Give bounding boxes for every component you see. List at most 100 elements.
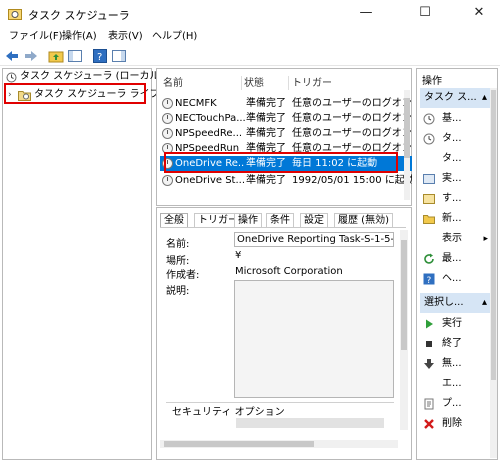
actions-scrollbar[interactable] [490, 88, 497, 458]
up-folder-icon[interactable] [48, 48, 64, 64]
task-row[interactable]: NECTouchPa... 準備完了 任意のユーザーのログオン時 [160, 111, 412, 126]
forward-arrow-icon[interactable] [23, 48, 39, 64]
action-label: す... [442, 193, 462, 204]
help-icon[interactable]: ? [92, 48, 108, 64]
task-status: 準備完了 [246, 113, 286, 124]
action-item[interactable]: エ... [420, 374, 490, 394]
name-value-field[interactable]: OneDrive Reporting Task-S-1-5-21- [234, 232, 394, 247]
new-folder-icon [423, 213, 435, 225]
toolbar: ? [0, 46, 500, 66]
action-label: 実行 [442, 318, 462, 329]
section-title: タスク ス... [424, 92, 477, 103]
menu-bar: ファイル(F) 操作(A) 表示(V) ヘルプ(H) [0, 28, 500, 46]
menu-action[interactable]: 操作(A) [60, 28, 99, 46]
menu-view[interactable]: 表示(V) [106, 28, 145, 46]
detail-scrollbar[interactable] [400, 230, 408, 430]
task-list-scrollbar[interactable] [404, 90, 410, 200]
tab-actions[interactable]: 操作 [234, 213, 262, 228]
close-button[interactable]: ✕ [460, 0, 498, 28]
action-item[interactable]: プ... [420, 394, 490, 414]
create-basic-task-icon [423, 113, 435, 125]
enable-history-icon [423, 193, 435, 205]
action-item[interactable]: 表示 ▸ [420, 229, 490, 249]
help-icon: ? [423, 273, 435, 286]
action-label: ヘ... [442, 273, 462, 284]
task-clock-icon [162, 98, 173, 109]
task-trigger: 1992/05/01 15:00 に起動 [292, 175, 412, 186]
scrollbar-thumb[interactable] [404, 98, 410, 158]
task-trigger: 任意のユーザーのログオン時 [292, 113, 412, 124]
action-item[interactable]: 新... [420, 209, 490, 229]
tab-general[interactable]: 全般 [160, 213, 188, 228]
action-item[interactable]: 基... [420, 109, 490, 129]
show-hide-action-pane-icon[interactable] [111, 48, 127, 64]
import-task-icon [423, 153, 435, 165]
action-item[interactable]: 無... [420, 354, 490, 374]
action-item[interactable]: 最... [420, 249, 490, 269]
scrollbar-thumb[interactable] [401, 240, 407, 350]
task-scheduler-icon [8, 8, 22, 20]
actions-section-task-scheduler[interactable]: タスク ス... ▴ [420, 88, 490, 108]
task-clock-icon [162, 113, 173, 124]
scrollbar-thumb[interactable] [491, 90, 496, 380]
tab-divider [160, 227, 406, 228]
tab-conditions[interactable]: 条件 [266, 213, 294, 228]
back-arrow-icon[interactable] [4, 48, 20, 64]
minimize-button[interactable]: — [347, 0, 385, 28]
task-clock-icon [162, 175, 173, 186]
create-task-icon [423, 133, 435, 145]
location-value: ¥ [235, 250, 242, 261]
properties-icon [423, 398, 435, 410]
column-header-status[interactable]: 状態 [244, 77, 264, 91]
task-status: 準備完了 [246, 128, 286, 139]
task-row[interactable]: NPSpeedRe... 準備完了 任意のユーザーのログオン時 [160, 126, 412, 141]
highlight-box [164, 152, 398, 173]
action-item[interactable]: 実行 [420, 314, 490, 334]
action-item[interactable]: ? ヘ... [420, 269, 490, 289]
description-label: 説明: [166, 286, 190, 297]
action-item[interactable]: す... [420, 189, 490, 209]
delete-icon [423, 418, 435, 430]
task-name: OneDrive St... [175, 175, 245, 186]
task-row[interactable]: OneDrive St... 準備完了 1992/05/01 15:00 に起動 [160, 173, 412, 188]
column-header-trigger[interactable]: トリガー [292, 77, 332, 91]
security-account-field [236, 418, 384, 428]
chevron-up-icon[interactable]: ▴ [482, 293, 487, 313]
task-name: NPSpeedRe... [175, 128, 243, 139]
action-label: エ... [442, 378, 462, 389]
task-name: NECMFK [175, 98, 217, 109]
action-label: プ... [442, 398, 462, 409]
tab-settings[interactable]: 設定 [300, 213, 328, 228]
action-item[interactable]: タ... [420, 149, 490, 169]
action-item[interactable]: タ... [420, 129, 490, 149]
refresh-icon [423, 253, 435, 265]
description-field[interactable] [234, 280, 394, 398]
task-row[interactable]: NECMFK 準備完了 任意のユーザーのログオン時 [160, 96, 412, 111]
actions-section-selected-item[interactable]: 選択し... ▴ [420, 293, 490, 313]
column-divider [241, 76, 242, 90]
action-label: 表示 [442, 233, 462, 244]
action-item[interactable]: 終了 [420, 334, 490, 354]
end-icon [423, 338, 435, 350]
location-label: 場所: [166, 256, 190, 267]
detail-horizontal-scrollbar[interactable] [160, 440, 398, 448]
menu-help[interactable]: ヘルプ(H) [150, 28, 199, 46]
column-divider [288, 76, 289, 90]
show-hide-tree-icon[interactable] [67, 48, 83, 64]
column-header-name[interactable]: 名前 [163, 77, 183, 91]
highlight-box [4, 83, 146, 104]
task-status: 準備完了 [246, 98, 286, 109]
action-item[interactable]: 削除 [420, 414, 490, 434]
action-label: 新... [442, 213, 462, 224]
scrollbar-thumb[interactable] [164, 441, 314, 447]
action-item[interactable]: 実... [420, 169, 490, 189]
maximize-button[interactable]: ☐ [406, 0, 444, 28]
action-label: 削除 [442, 418, 462, 429]
action-label: 終了 [442, 338, 462, 349]
action-label: 基... [442, 113, 462, 124]
chevron-up-icon[interactable]: ▴ [482, 88, 487, 108]
tab-history[interactable]: 履歴 (無効) [334, 213, 393, 228]
menu-file[interactable]: ファイル(F) [7, 28, 65, 46]
author-value: Microsoft Corporation [235, 266, 343, 277]
window-title: タスク スケジューラ [28, 9, 130, 22]
